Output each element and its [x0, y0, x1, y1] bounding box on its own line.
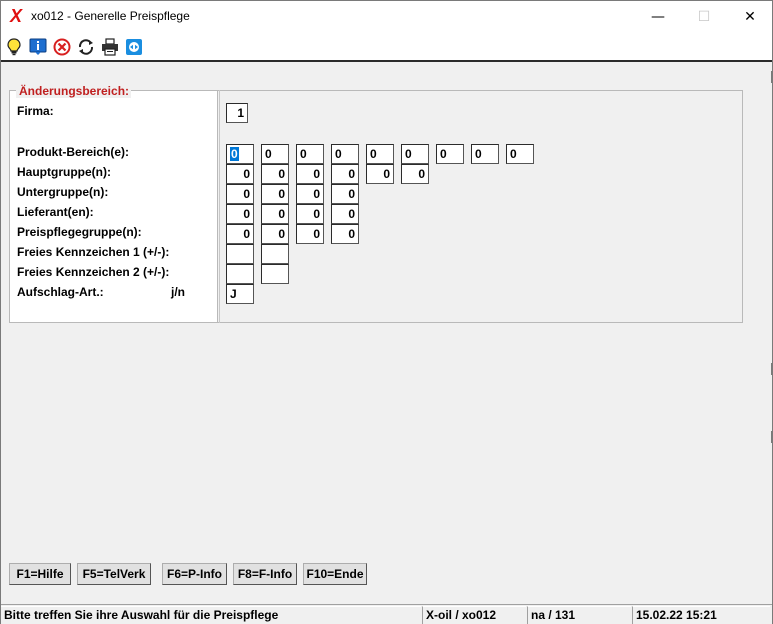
label-aufschlag-art: Aufschlag-Art.:: [17, 285, 104, 299]
untergruppe-field[interactable]: 0: [296, 184, 324, 204]
label-hauptgruppe: Hauptgruppe(n):: [17, 165, 111, 179]
lieferant-field[interactable]: 0: [261, 204, 289, 224]
lieferant-field[interactable]: 0: [296, 204, 324, 224]
status-user: na / 131: [527, 606, 631, 624]
preispflegegruppe-field[interactable]: 0: [226, 224, 254, 244]
remote-icon[interactable]: [125, 38, 143, 56]
lieferant-field[interactable]: 0: [331, 204, 359, 224]
hauptgruppe-field[interactable]: 0: [366, 164, 394, 184]
f10-end-button[interactable]: F10=Ende: [303, 563, 367, 585]
preispflegegruppe-field[interactable]: 0: [296, 224, 324, 244]
toolbar: [1, 32, 772, 62]
title-bar[interactable]: X xo012 - Generelle Preispflege — ☐ ✕: [1, 1, 772, 32]
label-jn-hint: j/n: [171, 285, 185, 299]
preispflegegruppe-field[interactable]: 0: [261, 224, 289, 244]
untergruppe-field[interactable]: 0: [331, 184, 359, 204]
app-window: X xo012 - Generelle Preispflege — ☐ ✕ Än…: [0, 0, 773, 624]
f6-p-info-button[interactable]: F6=P-Info: [162, 563, 227, 585]
group-legend: Änderungsbereich:: [16, 84, 132, 98]
status-bar: Bitte treffen Sie ihre Auswahl für die P…: [1, 604, 772, 624]
label-firma: Firma:: [17, 104, 54, 118]
hauptgruppe-field[interactable]: 0: [296, 164, 324, 184]
produkt-field[interactable]: 0: [226, 144, 254, 164]
maximize-button[interactable]: ☐: [681, 1, 727, 32]
untergruppe-field[interactable]: 0: [261, 184, 289, 204]
produkt-field[interactable]: 0: [506, 144, 534, 164]
cancel-icon[interactable]: [53, 38, 71, 56]
hauptgruppe-field[interactable]: 0: [401, 164, 429, 184]
produkt-field[interactable]: 0: [366, 144, 394, 164]
produkt-field[interactable]: 0: [401, 144, 429, 164]
kennzeichen-1-field[interactable]: [261, 244, 289, 264]
untergruppe-field[interactable]: 0: [226, 184, 254, 204]
close-button[interactable]: ✕: [727, 1, 773, 32]
label-produkt-bereich: Produkt-Bereich(e):: [17, 145, 130, 159]
app-logo-icon: X: [10, 6, 23, 26]
firma-field[interactable]: 1: [226, 103, 248, 123]
label-kennzeichen-1: Freies Kennzeichen 1 (+/-):: [17, 245, 170, 259]
minimize-button[interactable]: —: [635, 1, 681, 32]
label-untergruppe: Untergruppe(n):: [17, 185, 109, 199]
refresh-icon[interactable]: [77, 38, 95, 56]
f5-telverk-button[interactable]: F5=TelVerk: [77, 563, 151, 585]
kennzeichen-2-field[interactable]: [261, 264, 289, 284]
hauptgruppe-field[interactable]: 0: [226, 164, 254, 184]
window-title: xo012 - Generelle Preispflege: [31, 9, 190, 23]
label-preispflegegruppe: Preispflegegruppe(n):: [17, 225, 142, 239]
aufschlag-art-field[interactable]: J: [226, 284, 254, 304]
label-kennzeichen-2: Freies Kennzeichen 2 (+/-):: [17, 265, 170, 279]
produkt-field-value: 0: [230, 147, 239, 161]
status-program: X-oil / xo012: [422, 606, 526, 624]
info-icon[interactable]: [29, 38, 47, 56]
status-datetime: 15.02.22 15:21: [632, 606, 770, 624]
kennzeichen-2-field[interactable]: [226, 264, 254, 284]
lieferant-field[interactable]: 0: [226, 204, 254, 224]
status-message: Bitte treffen Sie ihre Auswahl für die P…: [1, 606, 421, 624]
produkt-field[interactable]: 0: [471, 144, 499, 164]
function-key-bar: F1=Hilfe F5=TelVerk F6=P-Info F8=F-Info …: [1, 563, 772, 587]
produkt-field[interactable]: 0: [296, 144, 324, 164]
hauptgruppe-field[interactable]: 0: [331, 164, 359, 184]
f1-help-button[interactable]: F1=Hilfe: [9, 563, 71, 585]
label-lieferant: Lieferant(en):: [17, 205, 94, 219]
hauptgruppe-field[interactable]: 0: [261, 164, 289, 184]
kennzeichen-1-field[interactable]: [226, 244, 254, 264]
produkt-field[interactable]: 0: [261, 144, 289, 164]
lightbulb-icon[interactable]: [5, 38, 23, 56]
printer-icon[interactable]: [101, 38, 119, 56]
preispflegegruppe-field[interactable]: 0: [331, 224, 359, 244]
f8-f-info-button[interactable]: F8=F-Info: [233, 563, 297, 585]
produkt-field[interactable]: 0: [331, 144, 359, 164]
produkt-field[interactable]: 0: [436, 144, 464, 164]
